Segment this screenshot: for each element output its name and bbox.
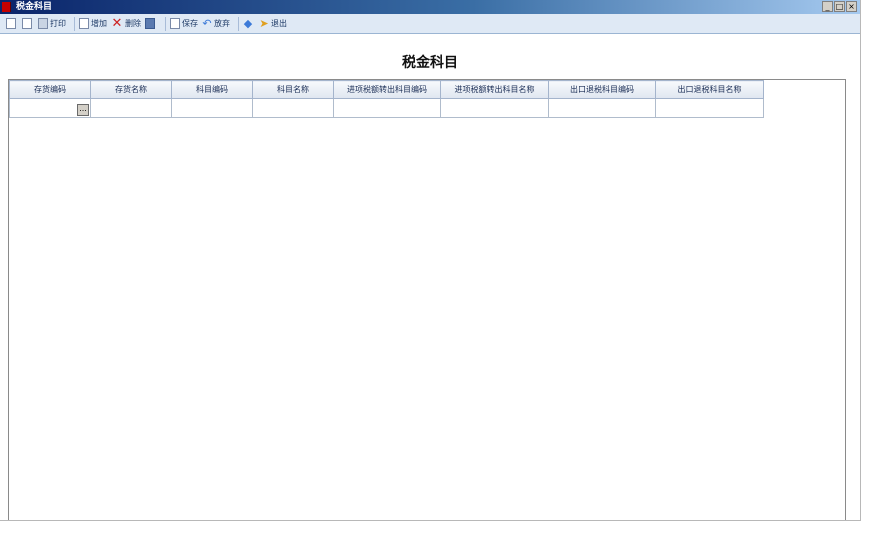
grid-header-row: 存货编码 存货名称 科目编码 科目名称 进项税额转出科目编码 进项税额转出科目名… — [9, 80, 764, 99]
title-bar: 税金科目 _ □ × — [0, 0, 860, 14]
toolbar: 打印 增加 ✕ 删除 保存 ↶ 放弃 ◆ ➤ 退出 — [0, 14, 860, 34]
cell-export-rebate-code[interactable] — [548, 98, 656, 118]
exit-button[interactable]: ➤ 退出 — [259, 16, 287, 32]
cell-export-rebate-name[interactable] — [655, 98, 764, 118]
lookup-button[interactable]: ... — [77, 104, 89, 116]
grid-table: 存货编码 存货名称 科目编码 科目名称 进项税额转出科目编码 进项税额转出科目名… — [9, 80, 764, 118]
main-window: 税金科目 _ □ × 打印 增加 ✕ 删除 保存 ↶ 放弃 ◆ ➤ 退出 税金科… — [0, 0, 861, 521]
document-icon — [79, 18, 89, 29]
toolbar-separator — [238, 16, 239, 31]
document-icon — [170, 18, 180, 29]
col-header-export-rebate-name[interactable]: 出口退税科目名称 — [655, 80, 764, 99]
col-header-inventory-code[interactable]: 存货编码 — [9, 80, 91, 99]
col-header-export-rebate-code[interactable]: 出口退税科目编码 — [548, 80, 656, 99]
table-row: ... — [9, 98, 764, 118]
cell-input-tax-out-code[interactable] — [333, 98, 441, 118]
col-header-account-code[interactable]: 科目编码 — [171, 80, 253, 99]
disk-button[interactable] — [145, 16, 157, 32]
page-title: 税金科目 — [402, 55, 458, 71]
cancel-button-label: 放弃 — [214, 19, 230, 28]
window-controls: _ □ × — [822, 1, 857, 12]
save-button[interactable]: 保存 — [170, 16, 198, 32]
add-button[interactable]: 增加 — [79, 16, 107, 32]
delete-button-label: 删除 — [125, 19, 141, 28]
document-icon — [6, 18, 16, 29]
col-header-input-tax-out-name[interactable]: 进项税额转出科目名称 — [440, 80, 549, 99]
add-button-label: 增加 — [91, 19, 107, 28]
col-header-inventory-name[interactable]: 存货名称 — [90, 80, 172, 99]
save-button-label: 保存 — [182, 19, 198, 28]
help-icon: ◆ — [243, 17, 253, 30]
app-icon — [2, 2, 11, 12]
maximize-button[interactable]: □ — [834, 1, 845, 12]
data-grid: 存货编码 存货名称 科目编码 科目名称 进项税额转出科目编码 进项税额转出科目名… — [8, 79, 846, 520]
print-button[interactable]: 打印 — [38, 16, 66, 32]
print-icon — [38, 18, 48, 29]
delete-button[interactable]: ✕ 删除 — [111, 16, 141, 32]
cancel-button[interactable]: ↶ 放弃 — [202, 16, 230, 32]
document-icon — [22, 18, 32, 29]
print-button-label: 打印 — [50, 19, 66, 28]
toolbar-separator — [74, 16, 75, 31]
cell-inventory-code[interactable]: ... — [9, 98, 91, 118]
delete-icon: ✕ — [111, 16, 123, 31]
col-header-input-tax-out-code[interactable]: 进项税额转出科目编码 — [333, 80, 441, 99]
window-title: 税金科目 — [16, 2, 53, 12]
exit-button-label: 退出 — [271, 19, 287, 28]
close-button[interactable]: × — [846, 1, 857, 12]
cell-account-name[interactable] — [252, 98, 334, 118]
col-header-account-name[interactable]: 科目名称 — [252, 80, 334, 99]
help-button[interactable]: ◆ — [243, 16, 255, 32]
toolbar-separator — [165, 16, 166, 31]
save-icon — [145, 18, 155, 29]
toolbar-button-1[interactable] — [6, 16, 18, 32]
minimize-button[interactable]: _ — [822, 1, 833, 12]
cell-inventory-name[interactable] — [90, 98, 172, 118]
cell-input-tax-out-name[interactable] — [440, 98, 549, 118]
exit-icon: ➤ — [259, 17, 269, 30]
cell-account-code[interactable] — [171, 98, 253, 118]
toolbar-button-2[interactable] — [22, 16, 34, 32]
undo-icon: ↶ — [202, 17, 212, 30]
